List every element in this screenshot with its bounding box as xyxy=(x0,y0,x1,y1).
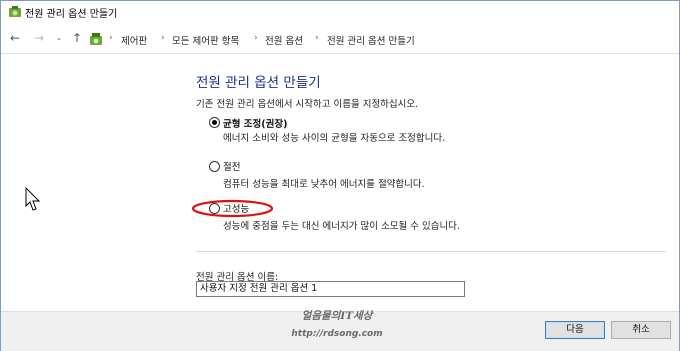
balanced-description: 에너지 소비와 성능 사이의 균형을 자동으로 조정합니다. xyxy=(223,133,446,144)
back-arrow-icon[interactable]: ← xyxy=(7,30,23,46)
power-saver-radio[interactable] xyxy=(209,161,220,172)
power-saver-description: 컴퓨터 성능을 최대로 낮추어 에너지를 절약합니다. xyxy=(223,179,425,190)
breadcrumb-create-plan[interactable]: 전원 관리 옵션 만들기 xyxy=(327,33,415,47)
chevron-right-icon: › xyxy=(161,33,165,43)
page-intro: 기존 전원 관리 옵션에서 시작하고 이름을 지정하십시오. xyxy=(196,99,419,110)
divider xyxy=(1,53,679,54)
chevron-right-icon: › xyxy=(254,33,258,43)
window-title: 전원 관리 옵션 만들기 xyxy=(25,9,118,20)
section-divider xyxy=(196,251,666,252)
up-arrow-icon[interactable]: ↑ xyxy=(69,30,85,46)
watermark: 얼음물의IT세상 http://rdsong.com xyxy=(291,310,382,339)
breadcrumb-all-items[interactable]: 모든 제어판 항목 xyxy=(172,33,239,47)
title-bar: 전원 관리 옵션 만들기 xyxy=(1,1,679,23)
breadcrumb-control-panel[interactable]: 제어판 xyxy=(121,33,147,47)
balanced-label[interactable]: 균형 조정(권장) xyxy=(223,116,287,130)
radio-selected-dot xyxy=(212,120,217,125)
power-saver-label[interactable]: 절전 xyxy=(223,159,240,173)
high-performance-description: 성능에 중점을 두는 대신 에너지가 많이 소모될 수 있습니다. xyxy=(223,221,460,232)
forward-arrow-icon[interactable]: → xyxy=(31,30,47,46)
address-bar: ← → ⌄ ↑ › 제어판 › 모든 제어판 항목 › 전원 옵션 › 전원 관… xyxy=(1,27,679,51)
next-button[interactable]: 다음 xyxy=(545,321,605,339)
power-plan-window: 전원 관리 옵션 만들기 ← → ⌄ ↑ › 제어판 › 모든 제어판 항목 ›… xyxy=(0,0,680,351)
watermark-title: 얼음물의IT세상 xyxy=(302,310,375,322)
mouse-pointer-icon xyxy=(25,187,41,211)
plan-name-input[interactable] xyxy=(196,281,465,297)
chevron-right-icon: › xyxy=(109,33,113,43)
chevron-right-icon: › xyxy=(315,33,319,43)
recent-dropdown-icon[interactable]: ⌄ xyxy=(51,30,67,46)
red-circle-annotation xyxy=(191,199,274,218)
power-options-icon xyxy=(9,6,21,17)
watermark-url: http://rdsong.com xyxy=(291,329,382,339)
breadcrumb-power-options[interactable]: 전원 옵션 xyxy=(265,33,303,47)
control-panel-icon xyxy=(90,33,102,45)
balanced-radio[interactable] xyxy=(209,117,220,128)
page-title: 전원 관리 옵션 만들기 xyxy=(196,75,321,91)
cancel-button[interactable]: 취소 xyxy=(611,321,671,339)
